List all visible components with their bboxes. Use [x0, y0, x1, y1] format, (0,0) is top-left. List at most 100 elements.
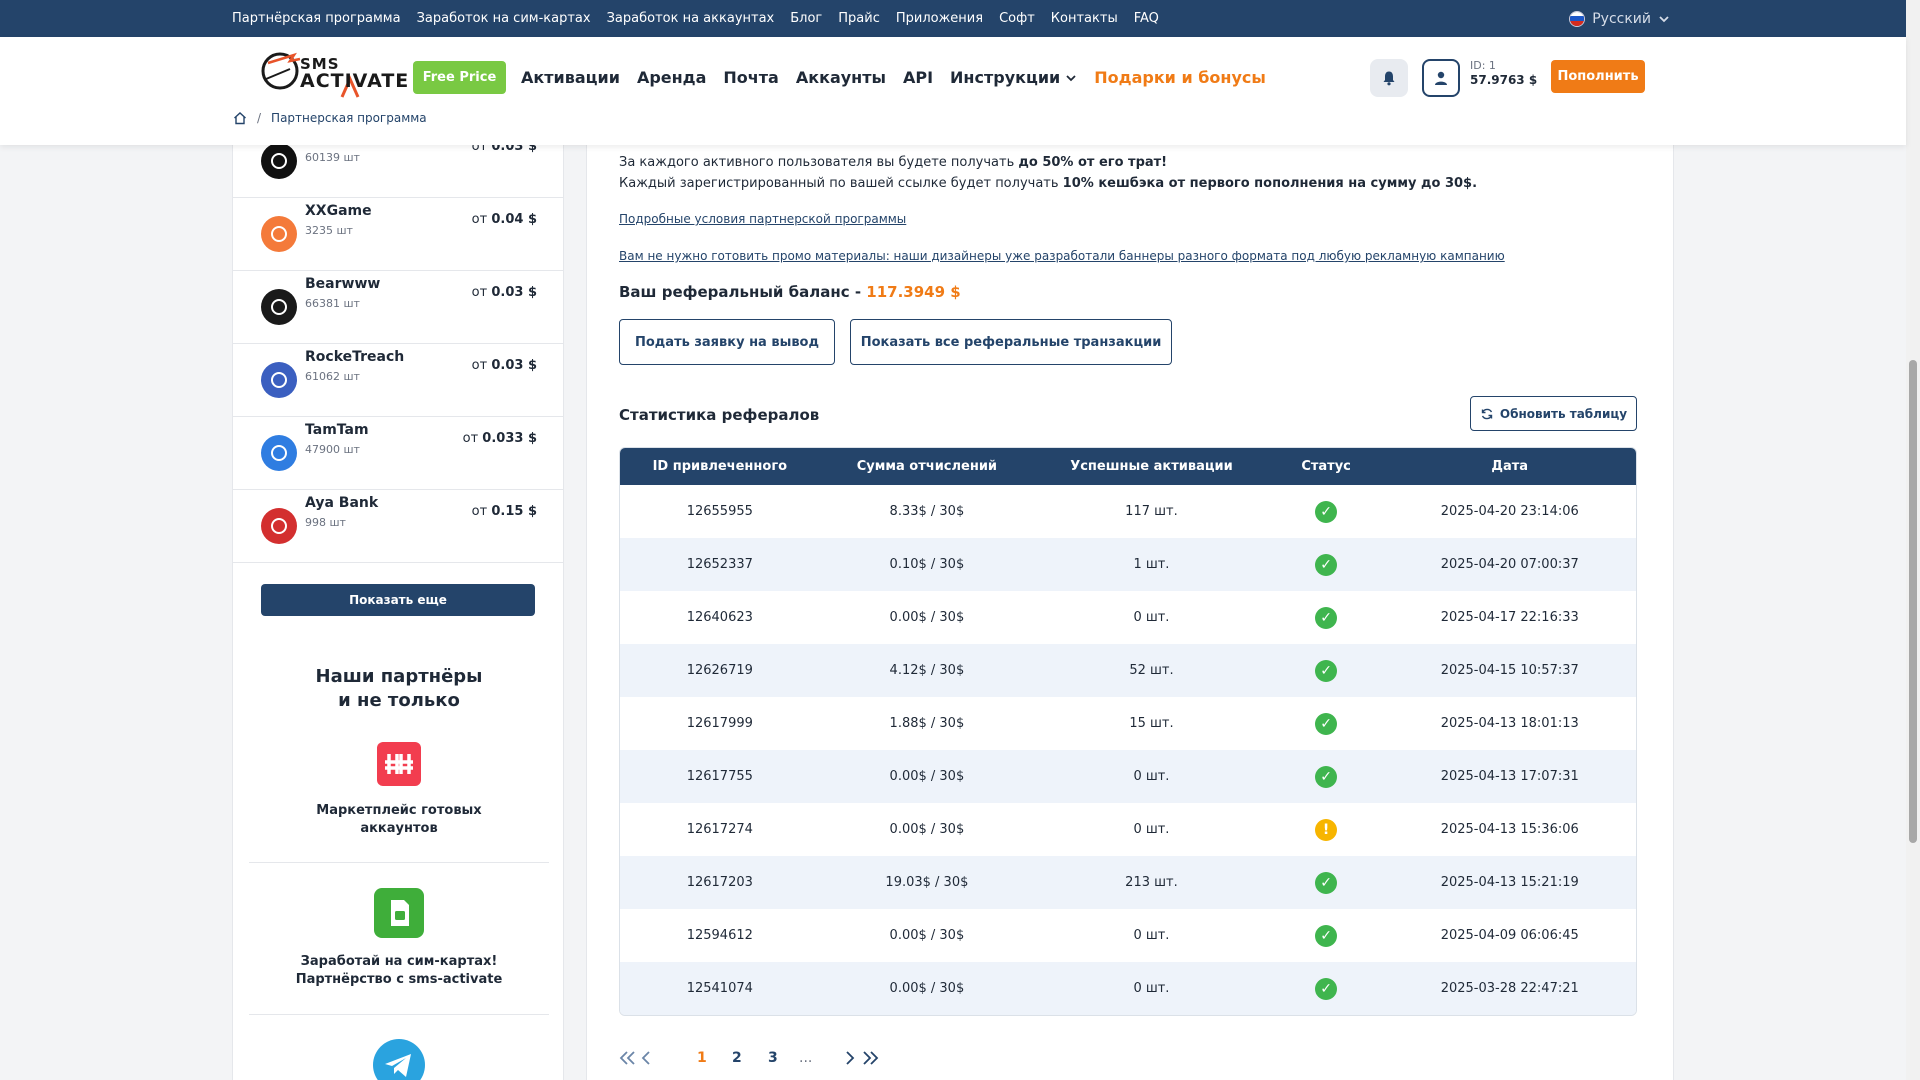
- partner-telegram[interactable]: [249, 1039, 549, 1080]
- service-item[interactable]: XXGame 3235 шт от 0.04 $: [233, 198, 563, 271]
- partners-title-line-1: Наши партнёры: [315, 666, 483, 687]
- top-nav-link[interactable]: Софт: [999, 11, 1035, 26]
- last-page-icon[interactable]: [861, 1050, 879, 1066]
- service-price-prefix: от: [471, 285, 488, 300]
- show-more-button[interactable]: Показать еще: [261, 584, 535, 616]
- service-price-value: 0.04 $: [491, 212, 537, 227]
- referral-activations: 1 шт.: [1133, 557, 1170, 572]
- free-price-button[interactable]: Free Price: [413, 61, 506, 94]
- page-scrollbar[interactable]: [1906, 0, 1920, 1080]
- scrollbar-thumb[interactable]: [1909, 360, 1917, 843]
- top-nav-link[interactable]: Прайс: [838, 11, 880, 26]
- nav-api[interactable]: API: [903, 68, 933, 87]
- profile-button[interactable]: [1422, 59, 1460, 97]
- top-nav: Партнёрская программа Заработок на сим-ка…: [232, 0, 1159, 37]
- column-header-sum: Сумма отчислений: [856, 459, 998, 474]
- top-nav-link[interactable]: FAQ: [1134, 11, 1159, 26]
- referral-balance-value: 117.3949 $: [866, 283, 961, 301]
- service-price-prefix: от: [471, 358, 488, 373]
- referral-date: 2025-04-13 18:01:13: [1440, 716, 1579, 731]
- service-name: Aya Bank: [305, 495, 379, 511]
- home-icon[interactable]: [233, 111, 247, 125]
- prev-page-icon[interactable]: [641, 1050, 651, 1066]
- service-item[interactable]: RockeTreach 61062 шт от 0.03 $: [233, 344, 563, 417]
- referral-id: 12626719: [686, 663, 753, 678]
- show-transactions-button[interactable]: Показать все реферальные транзакции: [850, 319, 1172, 365]
- check-circle-icon: ✓: [1315, 924, 1338, 947]
- top-nav-link[interactable]: Контакты: [1051, 11, 1118, 26]
- nav-activations[interactable]: Активации: [521, 68, 620, 87]
- top-nav-link[interactable]: Заработок на сим-картах: [417, 11, 591, 26]
- nav-rent[interactable]: Аренда: [637, 68, 706, 87]
- referral-status: ✓: [1269, 856, 1384, 909]
- top-bar: Партнёрская программа Заработок на сим-ка…: [0, 0, 1920, 37]
- service-price: от 0.03 $: [472, 285, 537, 300]
- top-nav-link[interactable]: Заработок на аккаунтах: [607, 11, 775, 26]
- table-row: 12626719 4.12$ / 30$ 52 шт. ✓ 2025-04-15 10:…: [620, 644, 1636, 697]
- table-row: 12541074 0.00$ / 30$ 0 шт. ✓ 2025-03-28 22:4…: [620, 962, 1636, 1015]
- page-3[interactable]: 3: [768, 1050, 778, 1066]
- table-row: 12617755 0.00$ / 30$ 0 шт. ✓ 2025-04-13 17:0…: [620, 750, 1636, 803]
- conditions-link[interactable]: Подробные условия партнерской программы: [619, 212, 906, 226]
- ayabank-icon: [261, 508, 297, 544]
- tiptapp-icon: [261, 145, 297, 179]
- bell-icon: [1383, 71, 1395, 86]
- service-price-value: 0.033 $: [482, 431, 537, 446]
- service-count: 61062 шт: [305, 370, 360, 383]
- nav-mail[interactable]: Почта: [723, 68, 778, 87]
- check-circle-icon: ✓: [1315, 659, 1338, 682]
- top-nav-link[interactable]: Приложения: [896, 11, 983, 26]
- service-count: 47900 шт: [305, 443, 360, 456]
- notifications-button[interactable]: [1370, 59, 1408, 97]
- partner-sim-cards[interactable]: Заработай на сим-картах! Партнёрство с s…: [249, 887, 549, 988]
- service-price: от 0.033 $: [463, 431, 537, 446]
- language-selector[interactable]: Русский: [1569, 0, 1670, 37]
- referral-activations: 0 шт.: [1133, 822, 1170, 837]
- service-item[interactable]: TamTam 47900 шт от 0.033 $: [233, 417, 563, 490]
- refresh-table-button[interactable]: Обновить таблицу: [1470, 396, 1637, 431]
- service-item[interactable]: Aya Bank 998 шт от 0.15 $: [233, 490, 563, 563]
- top-nav-link[interactable]: Блог: [790, 11, 822, 26]
- service-count: 998 шт: [305, 516, 346, 529]
- page-1[interactable]: 1: [697, 1050, 707, 1066]
- partner-caption: Заработай на сим-картах! Партнёрство с s…: [249, 953, 549, 988]
- referral-status: ✓: [1269, 909, 1384, 962]
- service-item[interactable]: Tiptapp 60139 шт от 0.03 $: [233, 145, 563, 198]
- table-row: 12640623 0.00$ / 30$ 0 шт. ✓ 2025-04-17 22:1…: [620, 591, 1636, 644]
- service-count: 3235 шт: [305, 224, 353, 237]
- referral-date: 2025-04-13 15:21:19: [1440, 875, 1579, 890]
- partner-marketplace[interactable]: Маркетплейс готовых аккаунтов: [249, 740, 549, 837]
- chevron-down-icon: [1066, 74, 1076, 81]
- next-page-icon[interactable]: [845, 1050, 855, 1066]
- top-nav-link[interactable]: Партнёрская программа: [232, 11, 401, 26]
- referral-status: ✓: [1269, 697, 1384, 750]
- service-item[interactable]: Bearwww 66381 шт от 0.03 $: [233, 271, 563, 344]
- service-price-value: 0.03 $: [491, 285, 537, 300]
- breadcrumb: / Партнерская программа: [233, 111, 427, 125]
- service-price-prefix: от: [471, 212, 488, 227]
- page-2[interactable]: 2: [732, 1050, 742, 1066]
- service-price-value: 0.03 $: [491, 358, 537, 373]
- referral-id: 12652337: [686, 557, 753, 572]
- table-row: 12617203 19.03$ / 30$ 213 шт. ✓ 2025-04-13 1…: [620, 856, 1636, 909]
- nav-instructions[interactable]: Инструкции: [950, 68, 1077, 87]
- check-circle-icon: ✓: [1315, 712, 1338, 735]
- referral-sum: 4.12$ / 30$: [889, 663, 965, 678]
- referral-id: 12541074: [686, 981, 753, 996]
- first-page-icon[interactable]: [619, 1050, 637, 1066]
- referral-sum: 0.00$ / 30$: [889, 769, 965, 784]
- nav-gifts[interactable]: Подарки и бонусы: [1094, 68, 1266, 87]
- table-header: ID привлеченного Сумма отчислений Успешн…: [620, 448, 1636, 485]
- service-price-value: 0.03 $: [491, 145, 537, 154]
- russia-flag-icon: [1569, 10, 1586, 27]
- referral-sum: 8.33$ / 30$: [889, 504, 965, 519]
- referral-date: 2025-04-13 17:07:31: [1440, 769, 1579, 784]
- nav-accounts[interactable]: Аккаунты: [796, 68, 886, 87]
- breadcrumb-current[interactable]: Партнерская программа: [271, 111, 427, 125]
- service-price-prefix: от: [462, 431, 479, 446]
- main-header: SMS ACTIVATE Free Price Активации Аренда…: [0, 37, 1906, 145]
- referral-id: 12655955: [686, 504, 753, 519]
- banners-link[interactable]: Вам не нужно готовить промо материалы: н…: [619, 249, 1505, 263]
- withdraw-button[interactable]: Подать заявку на вывод: [619, 319, 835, 365]
- topup-button[interactable]: Пополнить: [1551, 60, 1645, 93]
